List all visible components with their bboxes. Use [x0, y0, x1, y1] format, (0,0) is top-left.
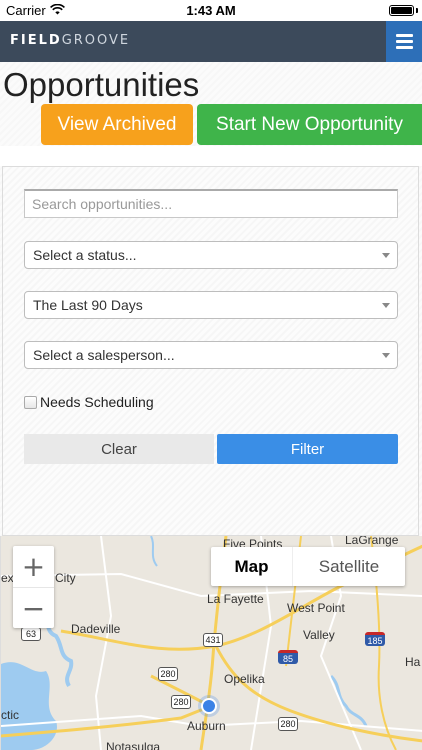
- carrier-label: Carrier: [6, 3, 46, 18]
- status-bar: Carrier 1:43 AM: [0, 0, 422, 21]
- salesperson-select-value: Select a salesperson...: [33, 347, 175, 363]
- route-shield: 280: [278, 717, 298, 731]
- view-archived-button[interactable]: View Archived: [41, 104, 193, 145]
- map-label: Auburn: [187, 719, 226, 733]
- map-label: City: [55, 571, 76, 585]
- interstate-shield: 185: [365, 632, 385, 646]
- map-type-satellite-button[interactable]: Satellite: [293, 547, 405, 586]
- needs-scheduling-option[interactable]: Needs Scheduling: [24, 394, 154, 410]
- caret-down-icon: [382, 253, 390, 258]
- menu-bar-icon: [395, 46, 413, 49]
- map-label: Valley: [303, 628, 335, 642]
- route-shield: 431: [203, 633, 223, 647]
- menu-bar-icon: [395, 34, 413, 37]
- clear-button[interactable]: Clear: [24, 434, 214, 464]
- fieldgroove-logo[interactable]: FIELDGROOVE: [10, 33, 130, 48]
- app-header: FIELDGROOVE: [0, 21, 422, 62]
- date-range-select-value: The Last 90 Days: [33, 297, 143, 313]
- carrier-info: Carrier: [6, 3, 65, 18]
- route-shield: 63: [21, 627, 41, 641]
- status-select-value: Select a status...: [33, 247, 137, 263]
- logo-light: GROOVE: [61, 33, 131, 48]
- search-input[interactable]: [24, 189, 398, 218]
- route-shield: 280: [158, 667, 178, 681]
- status-select[interactable]: Select a status...: [24, 241, 398, 269]
- caret-down-icon: [382, 353, 390, 358]
- map-label: Ha: [405, 655, 421, 669]
- map-view[interactable]: Five Points LaGrange La Fayette West Poi…: [0, 536, 422, 750]
- map-label: La Fayette: [207, 592, 264, 606]
- highway: [214, 645, 422, 743]
- map-label: Notasulga: [106, 740, 161, 750]
- salesperson-select[interactable]: Select a salesperson...: [24, 341, 398, 369]
- stream-shape: [150, 536, 158, 567]
- map-type-map-button[interactable]: Map: [211, 547, 293, 586]
- wifi-icon: [49, 3, 65, 18]
- caret-down-icon: [382, 303, 390, 308]
- map-type-control: Map Satellite: [211, 547, 405, 586]
- needs-scheduling-checkbox[interactable]: [24, 395, 37, 409]
- needs-scheduling-label: Needs Scheduling: [40, 394, 154, 410]
- start-new-opportunity-button[interactable]: Start New Opportunity: [197, 104, 422, 145]
- page-title: Opportunities: [3, 66, 200, 103]
- lake-shape: [1, 662, 57, 750]
- map-label: LaGrange: [345, 536, 399, 547]
- date-range-select[interactable]: The Last 90 Days: [24, 291, 398, 319]
- filter-button[interactable]: Filter: [217, 434, 398, 464]
- hamburger-menu-button[interactable]: [386, 21, 422, 62]
- zoom-out-button[interactable]: −: [13, 587, 54, 628]
- map-label: West Point: [287, 601, 345, 615]
- logo-bold: FIELD: [10, 33, 62, 48]
- interstate-shield: 85: [278, 650, 298, 664]
- menu-bar-icon: [395, 40, 413, 43]
- battery-icon: [389, 5, 414, 16]
- zoom-in-button[interactable]: +: [13, 546, 54, 587]
- zoom-controls: + −: [13, 546, 54, 628]
- current-location-marker[interactable]: [201, 698, 217, 714]
- route-shield: 280: [171, 695, 191, 709]
- map-label: ctic: [1, 708, 19, 722]
- map-label: Opelika: [224, 672, 265, 686]
- divider-strip: [0, 146, 422, 166]
- battery-tip: [416, 8, 418, 13]
- map-label: ex: [1, 571, 14, 585]
- map-label: Dadeville: [71, 622, 121, 636]
